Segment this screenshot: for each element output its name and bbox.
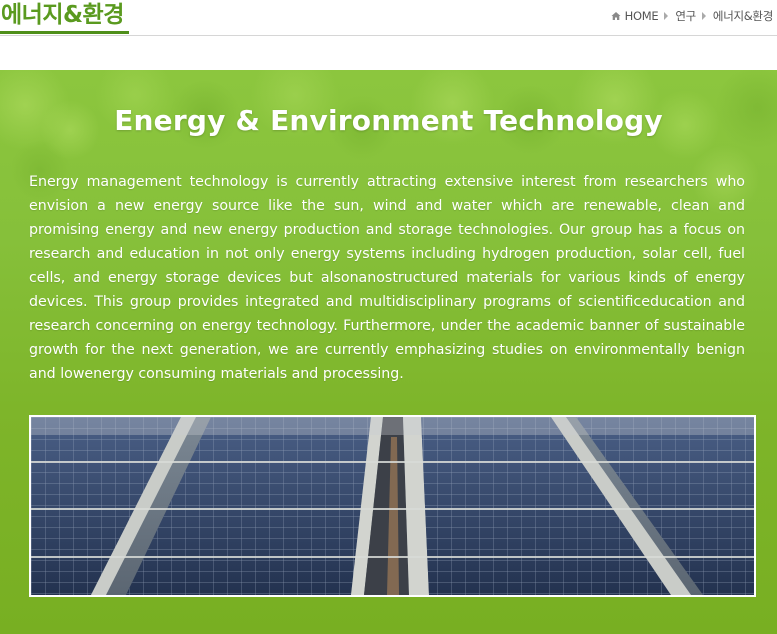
page-title: 에너지&환경 [0, 0, 129, 34]
breadcrumb: HOME 연구 에너지&환경 [611, 8, 773, 24]
home-icon [611, 12, 621, 20]
breadcrumb-item-current[interactable]: 에너지&환경 [713, 8, 773, 24]
solar-panels-image [29, 415, 756, 597]
breadcrumb-arrow-icon [664, 12, 669, 20]
section-heading: Energy & Environment Technology [114, 104, 663, 137]
page-header: 에너지&환경 HOME 연구 에너지&환경 [0, 0, 777, 36]
breadcrumb-home[interactable]: HOME [625, 9, 659, 23]
content-panel: Energy & Environment Technology Energy m… [0, 70, 777, 634]
breadcrumb-arrow-icon [701, 12, 706, 20]
section-description: Energy management technology is currentl… [29, 174, 745, 382]
breadcrumb-item-research[interactable]: 연구 [675, 8, 696, 24]
